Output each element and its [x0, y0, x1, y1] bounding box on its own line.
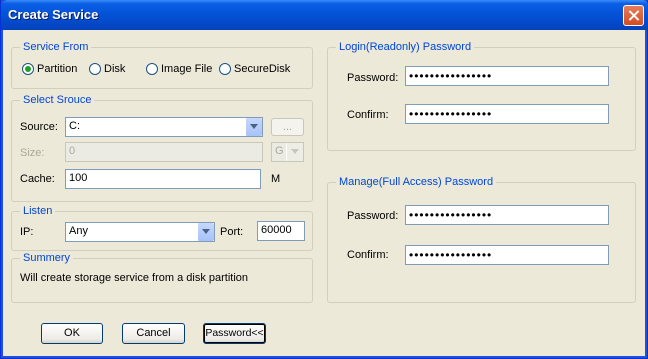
- radio-securedisk-icon: [219, 63, 231, 76]
- source-label: Source:: [20, 121, 58, 133]
- chevron-down-icon[interactable]: [245, 118, 262, 136]
- manage-confirm-input[interactable]: ••••••••••••••••: [405, 245, 609, 265]
- size-unit-select[interactable]: G: [271, 142, 304, 162]
- login-confirm-label: Confirm:: [347, 109, 389, 121]
- summary-legend: Summery: [20, 252, 74, 264]
- ip-select[interactable]: Any: [65, 222, 215, 242]
- source-select-value: C:: [69, 120, 80, 132]
- login-confirm-input[interactable]: ••••••••••••••••: [405, 104, 609, 124]
- cache-unit-label: M: [271, 173, 281, 185]
- port-label: Port:: [220, 226, 244, 238]
- size-unit-value: G: [275, 145, 284, 157]
- radio-disk-icon: [89, 63, 101, 76]
- manage-password-label: Password:: [347, 210, 399, 222]
- ip-label: IP:: [20, 226, 34, 238]
- radio-image-file[interactable]: Image File: [146, 63, 212, 77]
- size-input[interactable]: 0: [65, 142, 263, 162]
- radio-disk[interactable]: Disk: [89, 63, 125, 77]
- close-icon[interactable]: [623, 5, 644, 26]
- login-password-legend: Login(Readonly) Password: [336, 41, 475, 53]
- ok-button[interactable]: OK: [41, 323, 103, 344]
- select-source-legend: Select Srouce: [20, 94, 95, 106]
- manage-password-group: Manage(Full Access) Password: [327, 176, 636, 303]
- login-password-input[interactable]: ••••••••••••••••: [405, 66, 609, 86]
- radio-partition-label: Partition: [37, 63, 78, 76]
- window-title: Create Service: [8, 7, 99, 22]
- login-password-label: Password:: [347, 72, 399, 84]
- ip-select-value: Any: [69, 225, 88, 237]
- title-bar: Create Service: [1, 0, 648, 30]
- cancel-button[interactable]: Cancel: [122, 323, 185, 344]
- service-from-legend: Service From: [20, 41, 92, 53]
- login-password-group: Login(Readonly) Password: [327, 41, 636, 151]
- radio-image-file-icon: [146, 63, 158, 76]
- radio-securedisk-label: SecureDisk: [234, 63, 291, 76]
- cache-input[interactable]: 100: [65, 169, 261, 189]
- radio-securedisk[interactable]: SecureDisk: [219, 63, 290, 77]
- chevron-down-icon[interactable]: [197, 223, 214, 241]
- source-select[interactable]: C:: [65, 117, 263, 137]
- manage-password-input[interactable]: ••••••••••••••••: [405, 205, 609, 225]
- radio-image-file-label: Image File: [161, 63, 213, 76]
- size-label: Size:: [20, 147, 45, 159]
- port-input[interactable]: 60000: [257, 221, 305, 241]
- chevron-down-icon[interactable]: [286, 143, 303, 161]
- manage-confirm-label: Confirm:: [347, 249, 389, 261]
- password-toggle-button[interactable]: Password<<: [203, 323, 266, 344]
- browse-button[interactable]: ...: [271, 118, 304, 136]
- radio-partition-icon: [22, 63, 34, 76]
- radio-disk-label: Disk: [104, 63, 126, 76]
- cache-label: Cache:: [20, 173, 55, 185]
- create-service-dialog: Create Service Service From Partition Di…: [0, 0, 648, 359]
- summary-text: Will create storage service from a disk …: [20, 272, 249, 284]
- listen-legend: Listen: [20, 205, 56, 217]
- manage-password-legend: Manage(Full Access) Password: [336, 176, 497, 188]
- radio-partition[interactable]: Partition: [22, 63, 77, 77]
